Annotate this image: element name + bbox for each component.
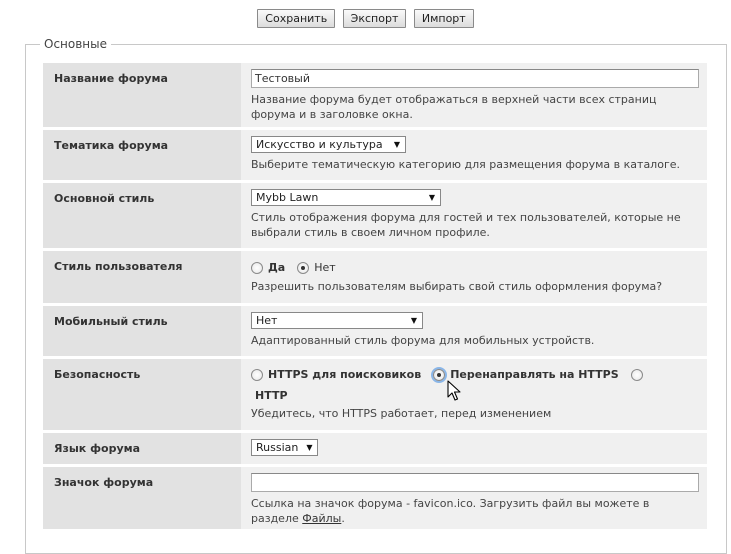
forum-name-label: Название форума bbox=[43, 63, 241, 127]
row-language: Язык форума Russian ▼ bbox=[43, 433, 707, 467]
row-favicon: Значок форума Ссылка на значок форума - … bbox=[43, 467, 707, 529]
https-redirect-radio[interactable] bbox=[433, 369, 446, 381]
language-label: Язык форума bbox=[43, 433, 241, 464]
main-style-desc: Стиль отображения форума для гостей и те… bbox=[251, 211, 681, 239]
http-radio[interactable] bbox=[630, 369, 643, 381]
caret-down-icon: ▼ bbox=[306, 443, 313, 452]
user-style-yes-label[interactable]: Да bbox=[268, 259, 285, 277]
https-search-label[interactable]: HTTPS для поисковиков bbox=[268, 366, 421, 384]
row-mobile-style: Мобильный стиль Нет ▼ Адаптированный сти… bbox=[43, 306, 707, 359]
mobile-style-select-value: Нет bbox=[256, 314, 278, 327]
forum-name-input[interactable]: Тестовый bbox=[251, 69, 699, 88]
mobile-style-select[interactable]: Нет ▼ bbox=[251, 312, 423, 329]
user-style-desc: Разрешить пользователям выбирать свой ст… bbox=[251, 280, 663, 293]
language-select-value: Russian bbox=[256, 441, 299, 454]
topic-select[interactable]: Искусство и культура ▼ bbox=[251, 136, 406, 153]
main-style-select[interactable]: Mybb Lawn ▼ bbox=[251, 189, 441, 206]
row-user-style: Стиль пользователя Да Нет Разрешить поль… bbox=[43, 251, 707, 306]
security-label: Безопасность bbox=[43, 359, 241, 430]
language-select[interactable]: Russian ▼ bbox=[251, 439, 318, 456]
toolbar: Сохранить Экспорт Импорт bbox=[0, 9, 731, 29]
topic-label: Тематика форума bbox=[43, 130, 241, 180]
mouse-pointer-icon bbox=[447, 380, 461, 401]
favicon-desc: Ссылка на значок форума - favicon.ico. З… bbox=[251, 496, 699, 526]
topic-desc: Выберите тематическую категорию для разм… bbox=[251, 158, 680, 171]
caret-down-icon: ▼ bbox=[428, 193, 435, 202]
favicon-desc-end: . bbox=[341, 512, 345, 525]
mobile-style-label: Мобильный стиль bbox=[43, 306, 241, 356]
security-desc: Убедитесь, что HTTPS работает, перед изм… bbox=[251, 407, 552, 420]
save-button[interactable]: Сохранить bbox=[257, 9, 336, 28]
main-style-select-value: Mybb Lawn bbox=[256, 191, 319, 204]
https-redirect-label[interactable]: Перенаправлять на HTTPS bbox=[450, 366, 618, 384]
forum-name-desc: Название форума будет отображаться в вер… bbox=[251, 93, 657, 121]
user-style-label: Стиль пользователя bbox=[43, 251, 241, 303]
row-main-style: Основной стиль Mybb Lawn ▼ Стиль отображ… bbox=[43, 183, 707, 251]
row-forum-name: Название форума Тестовый Название форума… bbox=[43, 63, 707, 130]
row-security: Безопасность HTTPS для поисковиков Перен… bbox=[43, 359, 707, 433]
http-label[interactable]: HTTP bbox=[255, 387, 288, 405]
topic-select-value: Искусство и культура bbox=[256, 138, 383, 151]
files-link[interactable]: Файлы bbox=[302, 512, 341, 525]
favicon-input[interactable] bbox=[251, 473, 699, 492]
row-topic: Тематика форума Искусство и культура ▼ В… bbox=[43, 130, 707, 183]
section-title: Основные bbox=[40, 37, 112, 51]
caret-down-icon: ▼ bbox=[393, 140, 400, 149]
main-style-label: Основной стиль bbox=[43, 183, 241, 248]
settings-table: Название форума Тестовый Название форума… bbox=[43, 63, 707, 529]
import-button[interactable]: Импорт bbox=[413, 9, 474, 28]
favicon-label: Значок форума bbox=[43, 467, 241, 529]
user-style-yes-radio[interactable] bbox=[251, 262, 263, 274]
export-button[interactable]: Экспорт bbox=[342, 9, 407, 28]
https-search-radio[interactable] bbox=[251, 369, 263, 381]
user-style-no-radio[interactable] bbox=[297, 262, 310, 274]
caret-down-icon: ▼ bbox=[410, 316, 417, 325]
user-style-no-label[interactable]: Нет bbox=[314, 259, 335, 277]
mobile-style-desc: Адаптированный стиль форума для мобильны… bbox=[251, 334, 595, 347]
